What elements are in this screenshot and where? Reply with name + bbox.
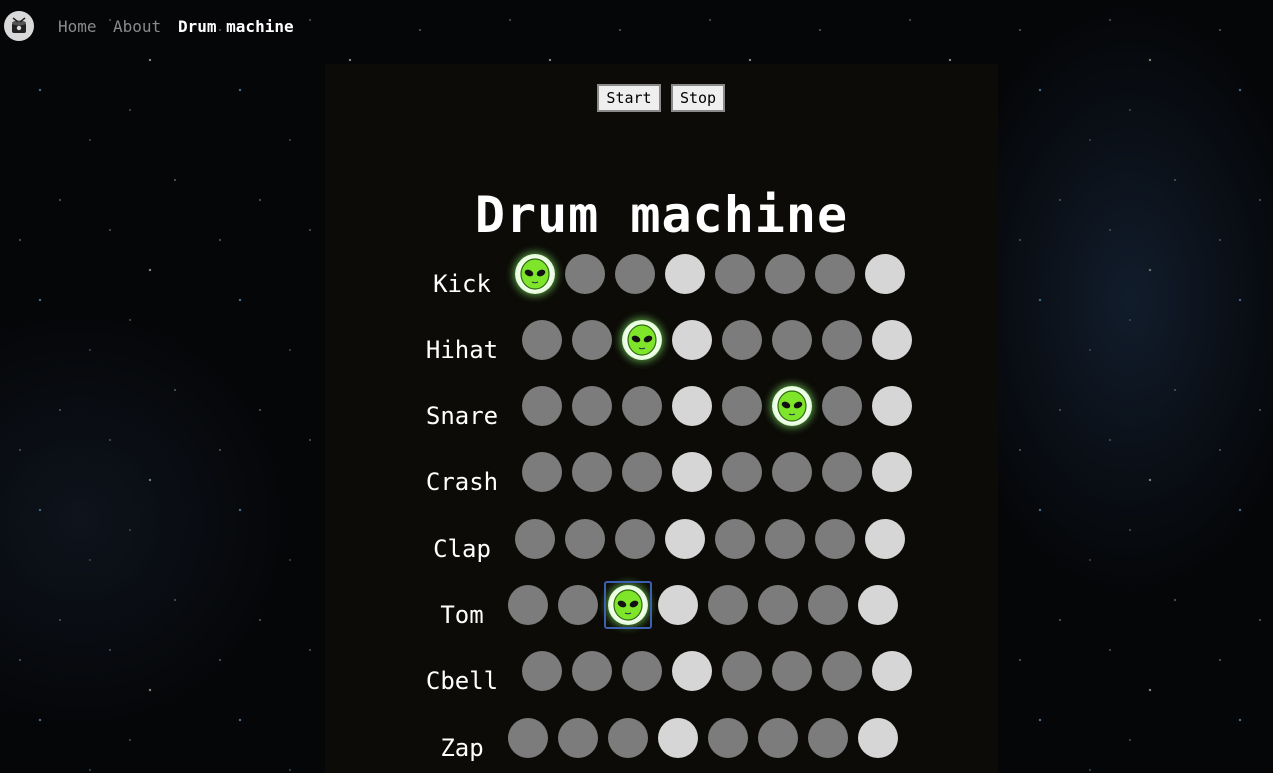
pad-tom-step-1[interactable]	[508, 585, 548, 625]
pad-kick-step-8[interactable]	[865, 254, 905, 294]
stop-button[interactable]: Stop	[671, 84, 725, 112]
focus-outline	[604, 581, 652, 629]
pad-cbell-step-3[interactable]	[622, 651, 662, 691]
pad-zap-step-8[interactable]	[858, 718, 898, 758]
pad-hihat-step-5[interactable]	[722, 320, 762, 360]
pad-snare-step-6[interactable]	[772, 386, 812, 426]
pad-zap-step-7[interactable]	[808, 718, 848, 758]
row-label-crash: Crash	[425, 468, 499, 496]
nav-about-link[interactable]: About	[113, 17, 161, 36]
pad-hihat-step-2[interactable]	[572, 320, 612, 360]
pad-snare-step-8[interactable]	[872, 386, 912, 426]
pad-clap-step-8[interactable]	[865, 519, 905, 559]
alien-face-icon	[777, 390, 807, 422]
nav-home-link[interactable]: Home	[58, 17, 97, 36]
nav-drum-machine-link[interactable]: Drum machine	[178, 17, 294, 36]
pad-kick-step-3[interactable]	[615, 254, 655, 294]
pad-zap-step-5[interactable]	[708, 718, 748, 758]
pad-kick-step-2[interactable]	[565, 254, 605, 294]
pad-tom-step-2[interactable]	[558, 585, 598, 625]
pad-snare-step-1[interactable]	[522, 386, 562, 426]
pad-snare-step-5[interactable]	[722, 386, 762, 426]
pad-kick-step-1[interactable]	[515, 254, 555, 294]
pad-zap-step-1[interactable]	[508, 718, 548, 758]
pad-kick-step-6[interactable]	[765, 254, 805, 294]
row-label-zap: Zap	[440, 734, 484, 762]
pad-kick-step-4[interactable]	[665, 254, 705, 294]
pad-clap-step-5[interactable]	[715, 519, 755, 559]
pad-tom-step-6[interactable]	[758, 585, 798, 625]
pad-kick-step-7[interactable]	[815, 254, 855, 294]
pad-crash-step-4[interactable]	[672, 452, 712, 492]
pad-crash-step-3[interactable]	[622, 452, 662, 492]
row-label-kick: Kick	[433, 270, 491, 298]
pad-snare-step-4[interactable]	[672, 386, 712, 426]
pad-hihat-step-3[interactable]	[622, 320, 662, 360]
pad-zap-step-3[interactable]	[608, 718, 648, 758]
pad-zap-step-2[interactable]	[558, 718, 598, 758]
pad-hihat-step-6[interactable]	[772, 320, 812, 360]
pad-crash-step-2[interactable]	[572, 452, 612, 492]
row-label-clap: Clap	[433, 535, 491, 563]
pad-clap-step-6[interactable]	[765, 519, 805, 559]
row-label-cbell: Cbell	[425, 667, 499, 695]
pad-clap-step-3[interactable]	[615, 519, 655, 559]
pad-hihat-step-7[interactable]	[822, 320, 862, 360]
pad-cbell-step-4[interactable]	[672, 651, 712, 691]
row-label-tom: Tom	[440, 601, 484, 629]
pad-clap-step-2[interactable]	[565, 519, 605, 559]
page-title: Drum machine	[474, 186, 849, 244]
row-label-hihat: Hihat	[425, 336, 499, 364]
drum-logo-icon[interactable]	[4, 11, 34, 41]
pad-cbell-step-6[interactable]	[772, 651, 812, 691]
pad-tom-step-8[interactable]	[858, 585, 898, 625]
pad-hihat-step-4[interactable]	[672, 320, 712, 360]
pad-crash-step-1[interactable]	[522, 452, 562, 492]
pad-snare-step-3[interactable]	[622, 386, 662, 426]
alien-face-icon	[520, 258, 550, 290]
pad-snare-step-7[interactable]	[822, 386, 862, 426]
pad-kick-step-5[interactable]	[715, 254, 755, 294]
pad-crash-step-8[interactable]	[872, 452, 912, 492]
row-label-snare: Snare	[425, 402, 499, 430]
start-button[interactable]: Start	[597, 84, 661, 112]
pad-crash-step-6[interactable]	[772, 452, 812, 492]
pad-clap-step-4[interactable]	[665, 519, 705, 559]
pad-cbell-step-1[interactable]	[522, 651, 562, 691]
pad-snare-step-2[interactable]	[572, 386, 612, 426]
pad-cbell-step-2[interactable]	[572, 651, 612, 691]
pad-zap-step-4[interactable]	[658, 718, 698, 758]
pad-zap-step-6[interactable]	[758, 718, 798, 758]
pad-cbell-step-7[interactable]	[822, 651, 862, 691]
pad-hihat-step-1[interactable]	[522, 320, 562, 360]
pad-cbell-step-8[interactable]	[872, 651, 912, 691]
pad-tom-step-7[interactable]	[808, 585, 848, 625]
pad-clap-step-1[interactable]	[515, 519, 555, 559]
drum-machine-panel: Start Stop Drum machine Kick Hihat Snare Cr…	[325, 64, 998, 773]
pad-tom-step-5[interactable]	[708, 585, 748, 625]
pad-clap-step-7[interactable]	[815, 519, 855, 559]
alien-face-icon	[627, 324, 657, 356]
pad-cbell-step-5[interactable]	[722, 651, 762, 691]
pad-hihat-step-8[interactable]	[872, 320, 912, 360]
pad-crash-step-7[interactable]	[822, 452, 862, 492]
pad-crash-step-5[interactable]	[722, 452, 762, 492]
pad-tom-step-4[interactable]	[658, 585, 698, 625]
top-nav: Home About Drum machine	[0, 0, 600, 52]
